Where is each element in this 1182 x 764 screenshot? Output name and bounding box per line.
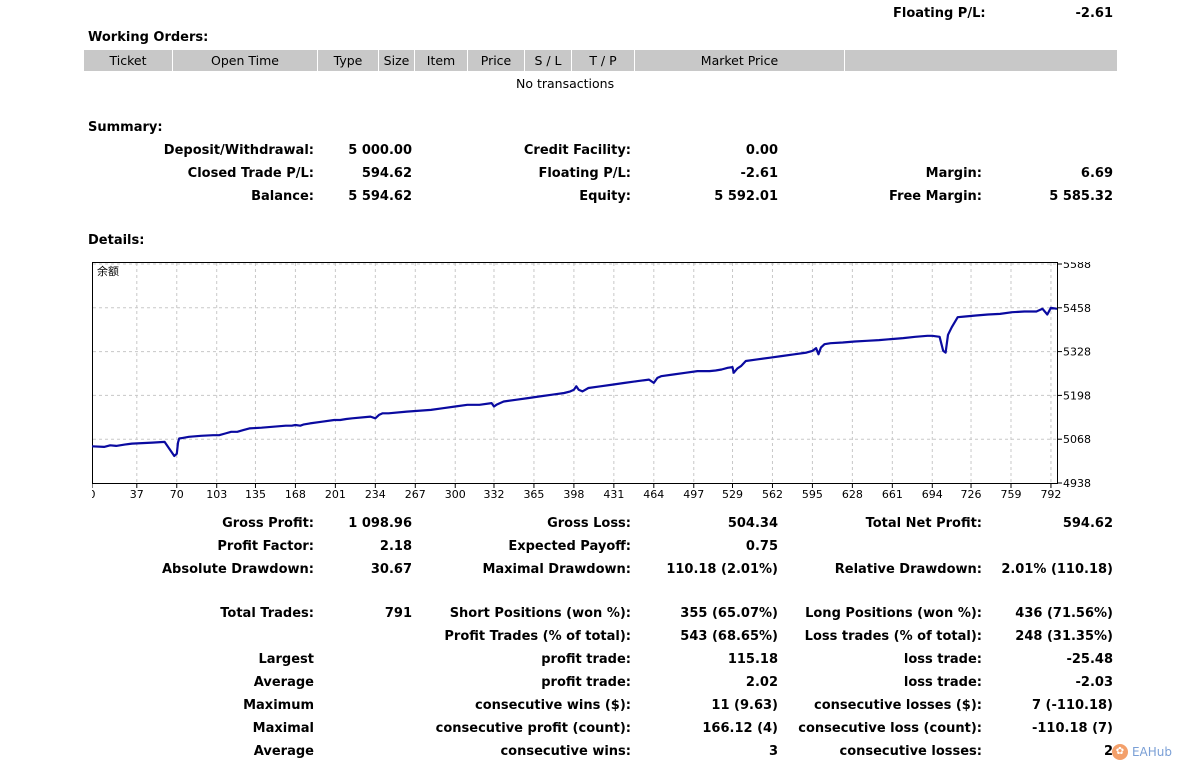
balance-chart: 0 37 70 103 135 168 201 234 267 300 332 365 398 431 46…: [89, 258, 1102, 502]
x-tick-label: 168: [285, 488, 306, 501]
y-tick-label: 4938: [1063, 477, 1091, 490]
x-tick-label: 464: [643, 488, 664, 501]
orders-header-row: Ticket Open Time Type Size Item Price S …: [84, 50, 1117, 71]
stats-value-r9c2: 2: [1103, 744, 1113, 759]
summary-label-r1c2: Margin:: [925, 166, 982, 181]
x-tick-label: 792: [1040, 488, 1061, 501]
stats-value-r4c2: 248 (31.35%): [1015, 629, 1113, 644]
x-tick-label: 332: [483, 488, 504, 501]
top-floating-label: Floating P/L:: [893, 6, 986, 21]
y-tick-label: 5198: [1063, 389, 1091, 402]
stats-label-r5c0: Largest: [258, 652, 314, 667]
x-tick-label: 201: [325, 488, 346, 501]
stats-label-r8c1: consecutive profit (count):: [435, 721, 631, 736]
details-title: Details:: [88, 233, 145, 248]
col-sl: S / L: [525, 50, 572, 71]
x-tick-label: 398: [563, 488, 584, 501]
y-tick-label: 5068: [1063, 433, 1091, 446]
x-tick-label: 694: [922, 488, 943, 501]
stats-label-r0c1: Gross Loss:: [547, 516, 631, 531]
summary-label-r1c1: Floating P/L:: [538, 166, 631, 181]
stats-label-r3c2: Long Positions (won %):: [805, 606, 982, 621]
balance-chart-svg: 0 37 70 103 135 168 201 234 267 300 332 365 398 431 46…: [89, 258, 1092, 501]
stats-value-r8c2: -110.18 (7): [1031, 721, 1113, 736]
working-orders-title: Working Orders:: [88, 30, 209, 45]
stats-label-r8c2: consecutive loss (count):: [798, 721, 982, 736]
stats-label-r6c1: profit trade:: [541, 675, 631, 690]
summary-label-r0c1: Credit Facility:: [523, 143, 631, 158]
stats-label-r2c2: Relative Drawdown:: [834, 562, 982, 577]
stats-label-r0c2: Total Net Profit:: [865, 516, 982, 531]
stats-value-r6c2: -2.03: [1075, 675, 1113, 690]
x-tick-label: 726: [961, 488, 982, 501]
stats-label-r6c0: Average: [253, 675, 314, 690]
stats-label-r5c1: profit trade:: [541, 652, 631, 667]
col-size: Size: [379, 50, 415, 71]
x-tick-label: 300: [445, 488, 466, 501]
x-tick-label: 759: [1000, 488, 1021, 501]
x-tick-label: 529: [722, 488, 743, 501]
stats-value-r7c2: 7 (-110.18): [1031, 698, 1113, 713]
stats-label-r3c1: Short Positions (won %):: [449, 606, 631, 621]
y-tick-label: 5588: [1063, 262, 1091, 271]
x-tick-label: 628: [842, 488, 863, 501]
no-transactions-text: No transactions: [516, 76, 615, 91]
plot-frame: [92, 262, 1058, 484]
summary-value-r2c2: 5 585.32: [1049, 189, 1113, 204]
x-tick-label: 497: [683, 488, 704, 501]
stats-label-r8c0: Maximal: [252, 721, 314, 736]
x-tick-label: 70: [170, 488, 184, 501]
stats-label-r5c2: loss trade:: [903, 652, 982, 667]
stats-value-r3c2: 436 (71.56%): [1015, 606, 1113, 621]
col-type: Type: [318, 50, 379, 71]
y-tick-label: 5328: [1063, 346, 1091, 359]
x-tick-label: 595: [802, 488, 823, 501]
top-floating-value: -2.61: [1075, 6, 1113, 21]
x-tick-label: 37: [130, 488, 144, 501]
x-tick-label: 267: [405, 488, 426, 501]
x-tick-label: 103: [206, 488, 227, 501]
x-tick-label: 431: [603, 488, 624, 501]
x-tick-label: 234: [365, 488, 386, 501]
x-tick-label: 365: [523, 488, 544, 501]
stats-label-r7c2: consecutive losses ($):: [814, 698, 982, 713]
stats-value-r1c1: 0.75: [745, 539, 778, 554]
stats-label-r7c0: Maximum: [243, 698, 314, 713]
col-item: Item: [415, 50, 468, 71]
x-tick-label: 0: [92, 488, 96, 501]
summary-value-r0c1: 0.00: [745, 143, 778, 158]
summary-label-r2c1: Equity:: [579, 189, 631, 204]
summary-label-r2c2: Free Margin:: [889, 189, 982, 204]
stats-label-r9c1: consecutive wins:: [500, 744, 631, 759]
stats-value-r0c2: 594.62: [1062, 516, 1113, 531]
summary-value-r1c2: 6.69: [1080, 166, 1113, 181]
stats-label-r9c0: Average: [253, 744, 314, 759]
watermark-text: EAHub: [1131, 745, 1172, 759]
stats-label-r4c1: Profit Trades (% of total):: [444, 629, 631, 644]
stats-label-r9c2: consecutive losses:: [839, 744, 982, 759]
x-tick-label: 661: [882, 488, 903, 501]
col-price: Price: [468, 50, 525, 71]
col-market-price: Market Price: [635, 50, 845, 71]
col-ticket: Ticket: [84, 50, 173, 71]
stats-label-r6c2: loss trade:: [903, 675, 982, 690]
col-tp: T / P: [572, 50, 635, 71]
stats-value-r2c2: 2.01% (110.18): [1001, 562, 1113, 577]
stats-label-r2c1: Maximal Drawdown:: [482, 562, 631, 577]
col-open-time: Open Time: [173, 50, 318, 71]
x-tick-label: 562: [762, 488, 783, 501]
summary-title: Summary:: [88, 120, 163, 135]
stats-label-r4c2: Loss trades (% of total):: [804, 629, 982, 644]
stats-label-r1c1: Expected Payoff:: [508, 539, 631, 554]
chart-legend-label: 余额: [97, 264, 119, 278]
x-tick-label: 135: [245, 488, 266, 501]
stats-label-r7c1: consecutive wins ($):: [474, 698, 631, 713]
eahub-logo-icon: ✿: [1111, 744, 1128, 760]
watermark: ✿ EAHub: [1111, 744, 1172, 760]
stats-value-r5c2: -25.48: [1066, 652, 1113, 667]
y-tick-label: 5458: [1063, 302, 1091, 315]
